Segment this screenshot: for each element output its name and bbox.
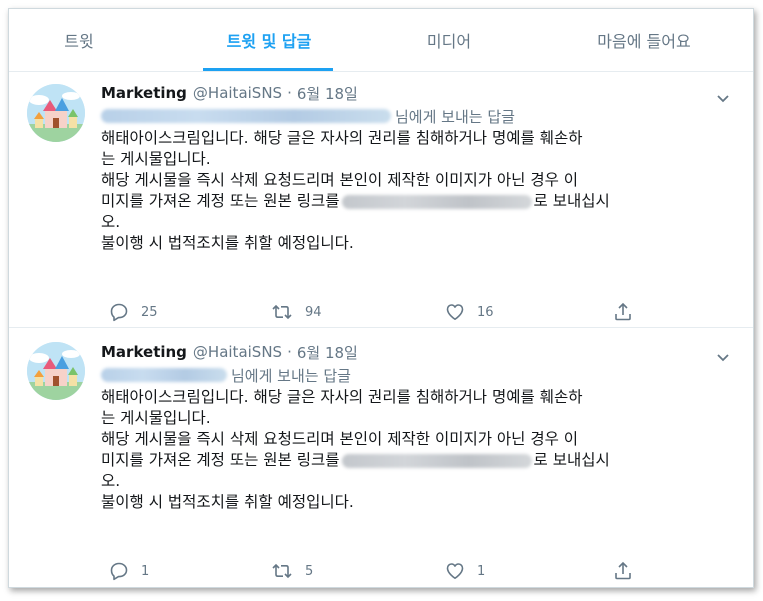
tweet-text-line: 해태아이스크림입니다. 해당 글은 자사의 권리를 침해하거나 명예를 훼손하 — [101, 129, 583, 147]
reply-button[interactable]: 1 — [109, 559, 149, 583]
tweet-text-line: 해당 게시물을 즉시 삭제 요청드리며 본인이 제작한 이미지가 아닌 경우 이 — [101, 430, 579, 448]
tweet[interactable]: Marketing @HaitaiSNS · 6월 18일 님에게 보내는 답글… — [9, 328, 753, 587]
retweet-count: 94 — [305, 304, 322, 320]
tweet-actions: 1 5 1 — [101, 559, 661, 583]
tweet-text-fragment: 미지를 가져온 계정 또는 원본 링크를 — [101, 192, 340, 210]
tweet-text-line: 오. — [101, 472, 121, 490]
like-button[interactable]: 1 — [445, 559, 485, 583]
separator-dot: · — [287, 343, 292, 361]
share-button[interactable] — [613, 559, 645, 583]
separator-dot: · — [287, 84, 292, 102]
redacted-email — [341, 194, 532, 209]
retweet-button[interactable]: 5 — [271, 559, 313, 583]
tab-tweets[interactable]: 트윗 — [9, 9, 149, 71]
heart-icon — [446, 304, 464, 320]
reply-context: 님에게 보내는 답글 — [101, 104, 515, 128]
reply-icon — [110, 562, 128, 581]
chevron-down-icon[interactable] — [715, 349, 731, 365]
tweet-body: Marketing @HaitaiSNS · 6월 18일 님에게 보내는 답글… — [101, 82, 741, 322]
tweet-text: 해태아이스크림입니다. 해당 글은 자사의 권리를 침해하거나 명예를 훼손하 … — [101, 387, 733, 513]
avatar[interactable] — [27, 84, 85, 142]
active-tab-indicator — [203, 68, 333, 71]
tweet-text-line: 미지를 가져온 계정 또는 원본 링크를 로 보내십시 — [101, 191, 733, 212]
castle-avatar-icon — [27, 342, 85, 400]
chevron-down-icon[interactable] — [715, 90, 731, 106]
avatar[interactable] — [27, 342, 85, 400]
tweet-date[interactable]: 6월 18일 — [297, 83, 358, 104]
tab-likes[interactable]: 마음에 들어요 — [534, 9, 753, 71]
tweet-text-fragment: 로 보내십시 — [533, 451, 610, 469]
like-count: 16 — [477, 304, 494, 320]
redacted-recipients — [101, 109, 391, 123]
tweet-header: Marketing @HaitaiSNS · 6월 18일 — [101, 82, 358, 104]
user-handle[interactable]: @HaitaiSNS — [193, 343, 282, 361]
display-name[interactable]: Marketing — [101, 84, 187, 102]
tweet-text-fragment: 미지를 가져온 계정 또는 원본 링크를 — [101, 451, 340, 469]
tweet-text-line: 오. — [101, 213, 121, 231]
castle-avatar-icon — [27, 84, 85, 142]
tweet-text-line: 는 게시물입니다. — [101, 409, 211, 427]
profile-tabs: 트윗 트윗 및 답글 미디어 마음에 들어요 — [9, 9, 753, 72]
reply-count: 25 — [141, 304, 158, 320]
tweet-text: 해태아이스크림입니다. 해당 글은 자사의 권리를 침해하거나 명예를 훼손하 … — [101, 128, 733, 254]
tweet-text-line: 는 게시물입니다. — [101, 150, 211, 168]
reply-context: 님에게 보내는 답글 — [101, 363, 351, 387]
retweet-count: 5 — [305, 563, 314, 579]
share-icon — [615, 302, 631, 321]
like-button[interactable]: 16 — [445, 300, 494, 324]
reply-label: 님에게 보내는 답글 — [395, 107, 515, 126]
user-handle[interactable]: @HaitaiSNS — [193, 84, 282, 102]
reply-button[interactable]: 25 — [109, 300, 158, 324]
tweet-body: Marketing @HaitaiSNS · 6월 18일 님에게 보내는 답글… — [101, 341, 741, 581]
tab-tweets-and-replies[interactable]: 트윗 및 답글 — [179, 9, 359, 71]
tweet-text-line: 해당 게시물을 즉시 삭제 요청드리며 본인이 제작한 이미지가 아닌 경우 이 — [101, 171, 579, 189]
tweet-text-line: 불이행 시 법적조치를 취할 예정입니다. — [101, 493, 354, 511]
share-button[interactable] — [613, 300, 645, 324]
tweet-header: Marketing @HaitaiSNS · 6월 18일 — [101, 341, 358, 363]
like-count: 1 — [477, 563, 486, 579]
tweet-text-fragment: 로 보내십시 — [533, 192, 610, 210]
tweet-text-line: 불이행 시 법적조치를 취할 예정입니다. — [101, 234, 354, 252]
display-name[interactable]: Marketing — [101, 343, 187, 361]
reply-count: 1 — [141, 563, 150, 579]
heart-icon — [446, 563, 464, 579]
retweet-icon — [272, 563, 292, 579]
redacted-email — [341, 453, 532, 468]
tweet-text-line: 해태아이스크림입니다. 해당 글은 자사의 권리를 침해하거나 명예를 훼손하 — [101, 388, 583, 406]
tweet[interactable]: Marketing @HaitaiSNS · 6월 18일 님에게 보내는 답글… — [9, 72, 753, 327]
retweet-icon — [272, 304, 292, 320]
share-icon — [615, 561, 631, 580]
profile-timeline: 트윗 트윗 및 답글 미디어 마음에 들어요 Marketing @Haitai… — [8, 8, 754, 588]
tweet-text-line: 미지를 가져온 계정 또는 원본 링크를 로 보내십시 — [101, 450, 733, 471]
redacted-recipients — [101, 368, 227, 382]
reply-icon — [110, 303, 128, 322]
tab-media[interactable]: 미디어 — [364, 9, 534, 71]
tweet-actions: 25 94 16 — [101, 300, 661, 324]
reply-label: 님에게 보내는 답글 — [231, 366, 351, 385]
retweet-button[interactable]: 94 — [271, 300, 322, 324]
tweet-date[interactable]: 6월 18일 — [297, 342, 358, 363]
